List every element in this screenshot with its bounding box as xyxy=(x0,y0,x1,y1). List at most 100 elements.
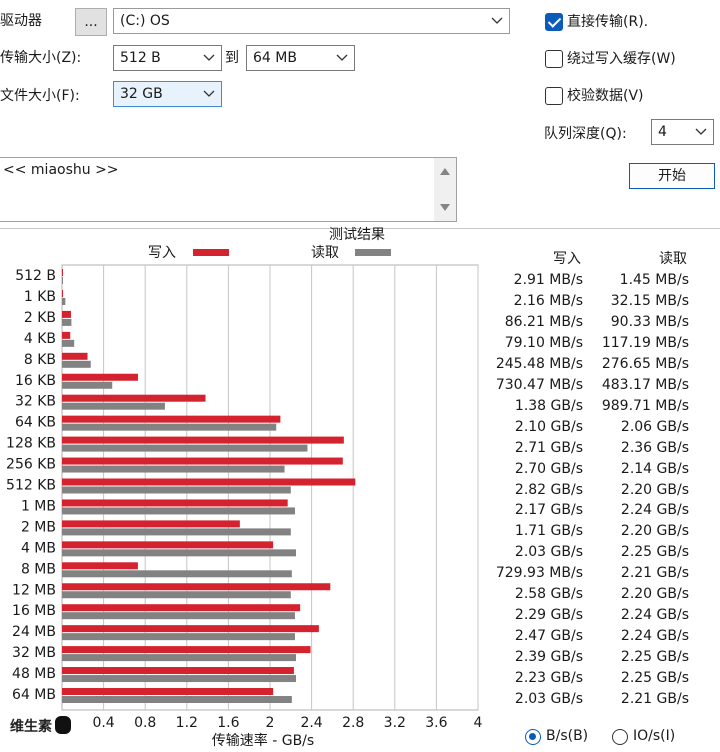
y-tick-label: 24 MB xyxy=(12,624,56,640)
bar-write xyxy=(62,625,319,633)
result-read-value: 276.65 MB/s xyxy=(601,355,689,372)
scroll-down-icon[interactable] xyxy=(440,204,450,211)
unit-io-radio[interactable] xyxy=(612,729,628,745)
drive-select[interactable]: (C:) OS xyxy=(113,8,510,34)
x-tick-label: 2.8 xyxy=(342,715,364,731)
result-read-value: 2.24 GB/s xyxy=(620,502,689,519)
y-tick-label: 4 KB xyxy=(24,331,56,347)
bar-write xyxy=(62,478,356,486)
bar-read xyxy=(62,612,295,620)
description-scrollbar[interactable] xyxy=(434,158,456,221)
bar-read xyxy=(62,633,295,641)
unit-io-label: IO/s(I) xyxy=(633,728,676,744)
bar-read xyxy=(62,570,292,578)
y-tick-label: 1 KB xyxy=(24,289,56,305)
file-size-label: 文件大小(F): xyxy=(0,88,80,104)
y-tick-label: 2 KB xyxy=(24,310,56,326)
result-read-value: 2.25 GB/s xyxy=(620,649,689,666)
logo-text: 维生素 xyxy=(10,719,52,735)
result-read-value: 989.71 MB/s xyxy=(601,397,689,414)
queue-depth-select[interactable]: 4 xyxy=(651,119,714,145)
bar-write xyxy=(62,373,138,381)
result-write-value: 86.21 MB/s xyxy=(504,313,583,330)
y-tick-label: 8 KB xyxy=(24,352,56,368)
bar-read xyxy=(62,423,277,431)
result-read-value: 2.20 GB/s xyxy=(620,523,689,540)
bar-read xyxy=(62,549,296,557)
result-write-value: 2.03 GB/s xyxy=(514,544,583,561)
y-tick-label: 512 B xyxy=(15,268,56,284)
bar-read xyxy=(62,277,63,284)
file-size-select[interactable]: 32 GB xyxy=(113,81,222,107)
x-tick-label: 3.2 xyxy=(384,715,406,731)
result-write-value: 2.16 MB/s xyxy=(513,292,583,309)
bar-write xyxy=(62,667,294,675)
y-tick-label: 8 MB xyxy=(21,561,56,577)
x-tick-label: 0.4 xyxy=(92,715,114,731)
result-write-value: 2.29 GB/s xyxy=(514,607,583,624)
bar-write xyxy=(62,646,311,654)
unit-bytes-radio[interactable] xyxy=(525,729,541,745)
y-tick-label: 128 KB xyxy=(6,436,56,452)
result-write-value: 79.10 MB/s xyxy=(504,334,583,351)
bar-read xyxy=(62,318,72,326)
result-read-value: 2.20 GB/s xyxy=(620,481,689,498)
x-tick-label: 2 xyxy=(266,715,275,731)
result-read-value: 1.45 MB/s xyxy=(619,272,689,288)
bypass-cache-checkbox[interactable] xyxy=(545,50,563,68)
bar-read xyxy=(62,528,291,536)
bar-read xyxy=(62,486,291,494)
result-read-value: 483.17 MB/s xyxy=(601,376,689,393)
verify-data-checkbox[interactable] xyxy=(545,87,563,105)
verify-data-label: 校验数据(V) xyxy=(567,88,644,104)
transfer-size-label: 传输大小(Z): xyxy=(0,50,82,66)
y-tick-label: 48 MB xyxy=(12,666,56,682)
scroll-up-icon[interactable] xyxy=(440,168,450,175)
bar-read xyxy=(62,696,292,703)
transfer-size-from-select[interactable]: 512 B xyxy=(113,45,222,71)
results-write-header: 写入 xyxy=(553,251,581,267)
bar-write xyxy=(62,457,343,465)
bar-write xyxy=(62,352,88,360)
bar-read xyxy=(62,360,91,368)
result-write-value: 1.38 GB/s xyxy=(514,397,583,414)
drive-label: 驱动器 xyxy=(0,13,42,29)
result-write-value: 729.93 MB/s xyxy=(495,565,583,582)
chevron-down-icon xyxy=(203,54,215,61)
result-write-value: 2.71 GB/s xyxy=(514,439,583,456)
transfer-size-from-value: 512 B xyxy=(120,50,161,66)
y-tick-label: 16 MB xyxy=(12,603,56,619)
legend-write-swatch xyxy=(193,249,229,256)
direct-io-label: 直接传输(R). xyxy=(567,14,649,30)
result-read-value: 2.36 GB/s xyxy=(620,439,689,456)
x-tick-label: 3.6 xyxy=(425,715,447,731)
result-read-value: 2.14 GB/s xyxy=(620,460,689,477)
bar-read xyxy=(62,507,295,515)
bar-write xyxy=(62,688,274,695)
result-write-value: 1.71 GB/s xyxy=(514,523,583,540)
queue-depth-value: 4 xyxy=(658,124,667,140)
result-write-value: 2.70 GB/s xyxy=(514,460,583,477)
chevron-down-icon xyxy=(336,54,348,61)
result-write-value: 2.10 GB/s xyxy=(514,418,583,435)
direct-io-checkbox[interactable] xyxy=(545,13,563,31)
drive-browse-button[interactable]: ... xyxy=(75,8,107,36)
start-button[interactable]: 开始 xyxy=(629,163,715,189)
legend-read-swatch xyxy=(355,249,391,256)
description-textarea[interactable]: << miaoshu >> xyxy=(0,157,457,222)
result-read-value: 2.20 GB/s xyxy=(620,586,689,603)
transfer-size-to-select[interactable]: 64 MB xyxy=(246,45,355,71)
bar-write xyxy=(62,541,274,549)
result-write-value: 2.03 GB/s xyxy=(514,691,583,707)
y-tick-label: 512 KB xyxy=(6,478,56,494)
chevron-down-icon xyxy=(695,128,707,135)
y-tick-label: 32 KB xyxy=(15,394,56,410)
results-title: 测试结果 xyxy=(329,227,385,243)
y-tick-label: 4 MB xyxy=(21,540,56,556)
y-tick-label: 1 MB xyxy=(21,498,56,514)
legend-read-label: 读取 xyxy=(311,245,339,261)
legend-write-label: 写入 xyxy=(148,245,176,261)
bar-read xyxy=(62,675,296,683)
y-tick-label: 64 MB xyxy=(12,687,56,703)
bar-read xyxy=(62,444,308,452)
